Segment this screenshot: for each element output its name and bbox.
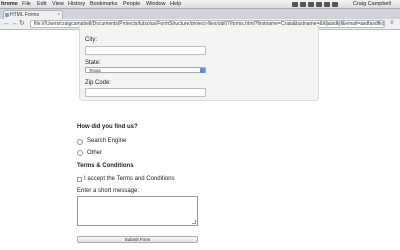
city-input[interactable] (85, 46, 206, 55)
user-name[interactable]: Craig Campbell (353, 0, 391, 9)
reload-icon[interactable]: ↻ (19, 20, 25, 28)
chevron-down-icon (200, 68, 205, 73)
zip-label: Zip Code: (85, 80, 112, 86)
radio-search-engine[interactable] (77, 139, 83, 145)
menu-bookmarks[interactable]: Bookmarks (90, 0, 118, 9)
address-fieldset: City: State: Texas Zip Code: (79, 25, 319, 101)
status-icons (292, 1, 350, 8)
submit-button[interactable]: Submit Form (77, 236, 198, 243)
tab-bar: HTML Forms × (0, 9, 400, 19)
search-icon[interactable] (332, 2, 338, 7)
menu-window[interactable]: Window (146, 0, 166, 9)
clock-icon[interactable] (324, 2, 330, 7)
find-us-heading: How did you find us? (77, 124, 138, 130)
state-label: State: (85, 60, 101, 66)
radio-other-label: Other (87, 150, 103, 156)
app-menu-chrome[interactable]: hrome (1, 0, 18, 9)
state-select[interactable]: Texas (85, 67, 206, 73)
terms-checkbox[interactable] (77, 177, 82, 182)
dropbox-icon[interactable] (292, 2, 298, 7)
resize-grip-icon[interactable] (192, 220, 196, 224)
terms-checkbox-label: I accept the Terms and Conditions (84, 176, 175, 182)
zip-input[interactable] (85, 88, 206, 97)
battery-icon[interactable] (316, 2, 322, 7)
volume-icon[interactable] (300, 2, 306, 7)
menu-file[interactable]: File (22, 0, 31, 9)
state-selected-value: Texas (89, 68, 101, 73)
radio-search-engine-label: Search Engine (87, 138, 127, 144)
wifi-icon[interactable] (308, 2, 314, 7)
menu-view[interactable]: View (52, 0, 64, 9)
forward-arrow-icon[interactable]: → (11, 20, 18, 28)
tab-title: HTML Forms (10, 12, 39, 18)
mac-menu-bar: hrome File Edit View History Bookmarks P… (0, 0, 400, 9)
radio-other[interactable] (77, 150, 83, 156)
menu-help[interactable]: Help (170, 0, 181, 9)
menu-history[interactable]: History (68, 0, 85, 9)
page-content: City: State: Texas Zip Code: How did you… (0, 25, 400, 250)
message-label: Enter a short message: (77, 188, 140, 194)
close-icon[interactable]: × (57, 11, 60, 19)
tab-html-forms[interactable]: HTML Forms × (3, 10, 63, 19)
back-arrow-icon[interactable]: ← (3, 20, 10, 28)
menu-people[interactable]: People (123, 0, 140, 9)
city-label: City: (85, 37, 97, 43)
message-textarea[interactable] (77, 196, 198, 226)
menu-edit[interactable]: Edit (37, 0, 46, 9)
menu-icon[interactable]: ≡ (390, 20, 394, 26)
terms-heading: Terms & Conditions (77, 163, 134, 169)
page-favicon-icon (5, 13, 9, 17)
